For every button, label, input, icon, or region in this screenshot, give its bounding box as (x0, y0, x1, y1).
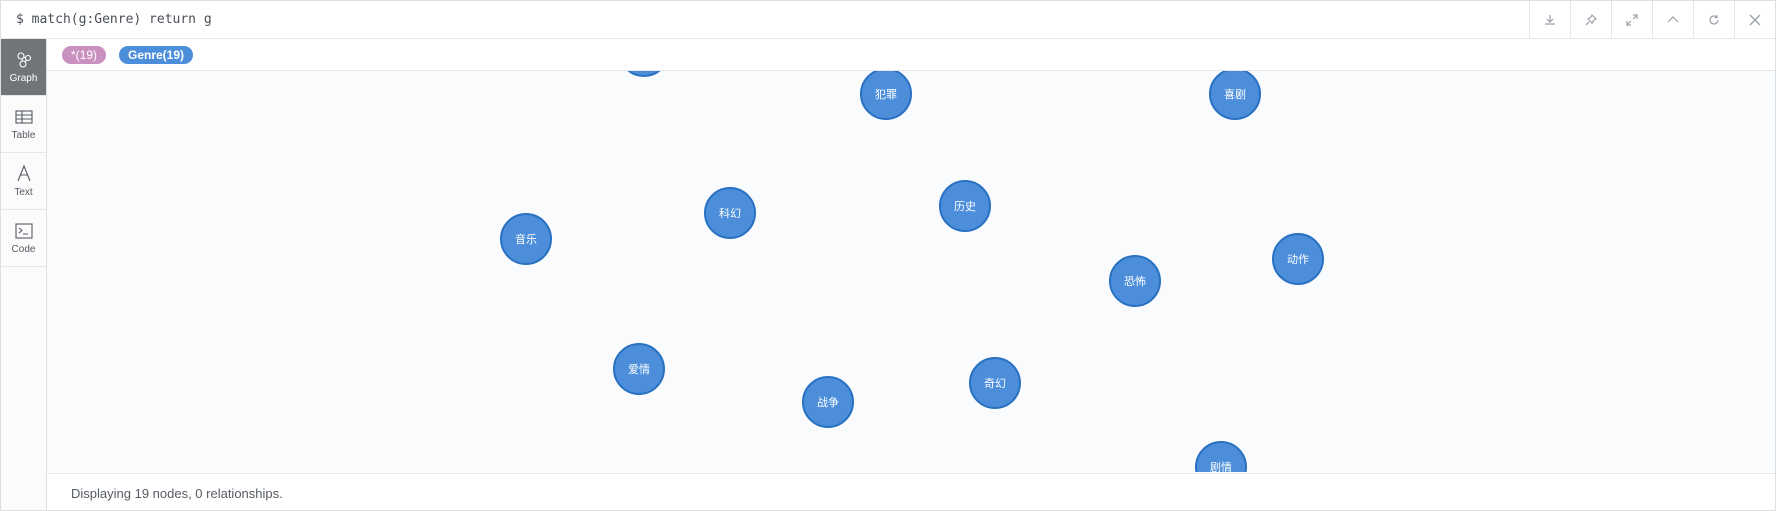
label-tag-bar: *(19) Genre(19) (47, 39, 1775, 71)
result-frame: $ match(g:Genre) return g Graph Table Te… (0, 0, 1776, 511)
status-bar: Displaying 19 nodes, 0 relationships. (47, 473, 1775, 510)
sidebar-item-code[interactable]: Code (1, 210, 46, 267)
code-icon (14, 223, 33, 239)
graph-node[interactable]: 喜剧 (1209, 71, 1261, 120)
close-icon (1749, 14, 1761, 25)
download-icon (1545, 14, 1555, 25)
graph-node[interactable]: 犯罪 (860, 71, 912, 120)
rerun-icon (1709, 14, 1719, 25)
sidebar-item-label: Table (11, 130, 36, 141)
graph-node[interactable]: 爱情 (613, 343, 665, 395)
frame-header: $ match(g:Genre) return g (1, 1, 1775, 39)
sidebar-item-table[interactable]: Table (1, 96, 46, 153)
sidebar-item-label: Text (14, 187, 33, 198)
download-button[interactable] (1529, 1, 1570, 38)
sidebar-item-graph[interactable]: Graph (1, 39, 46, 96)
table-icon (14, 110, 33, 124)
all-nodes-tag[interactable]: *(19) (62, 46, 107, 64)
graph-node[interactable]: 恐怖 (1109, 255, 1161, 307)
graph-canvas[interactable]: 犯罪 喜剧 科幻 历史 音乐 动作 恐怖 爱情 奇幻 战争 剧情 (47, 71, 1775, 472)
collapse-button[interactable] (1652, 1, 1693, 38)
expand-icon (1626, 13, 1638, 26)
expand-button[interactable] (1611, 1, 1652, 38)
graph-node[interactable]: 剧情 (1195, 441, 1247, 472)
genre-label-tag[interactable]: Genre(19) (119, 46, 194, 64)
graph-node[interactable]: 动作 (1272, 233, 1324, 285)
sidebar-item-label: Graph (9, 73, 38, 84)
sidebar-item-label: Code (11, 244, 36, 255)
status-text: Displaying 19 nodes, 0 relationships. (71, 486, 283, 501)
graph-node[interactable]: 奇幻 (969, 357, 1021, 409)
view-sidebar: Graph Table Text Code (1, 39, 47, 510)
header-buttons (1529, 1, 1775, 38)
graph-node[interactable]: 科幻 (704, 187, 756, 239)
graph-node[interactable]: 战争 (802, 376, 854, 428)
graph-node[interactable]: 音乐 (500, 213, 552, 265)
close-button[interactable] (1734, 1, 1775, 38)
text-icon (16, 164, 31, 182)
pin-icon (1585, 13, 1598, 25)
graph-node[interactable] (618, 71, 670, 77)
query-text[interactable]: $ match(g:Genre) return g (16, 12, 212, 27)
sidebar-item-text[interactable]: Text (1, 153, 46, 210)
rerun-button[interactable] (1693, 1, 1734, 38)
pin-button[interactable] (1570, 1, 1611, 38)
graph-icon (16, 52, 31, 68)
graph-node[interactable]: 历史 (939, 180, 991, 232)
collapse-icon (1667, 15, 1679, 22)
